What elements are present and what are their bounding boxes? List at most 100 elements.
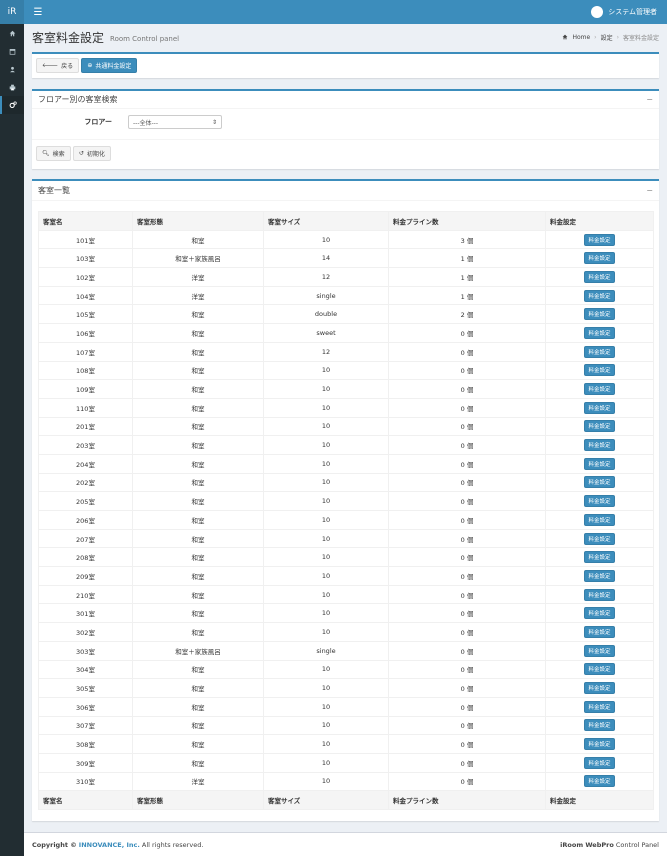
fee-setting-button[interactable]: 料金設定 bbox=[584, 625, 615, 638]
room-type-cell: 和室 bbox=[132, 752, 264, 773]
room-name-cell: 206室 bbox=[38, 510, 133, 530]
floor-select[interactable]: ---全体--- ⇕ bbox=[128, 115, 222, 129]
collapse-icon[interactable]: − bbox=[646, 95, 653, 104]
fee-setting-button[interactable]: 料金設定 bbox=[584, 439, 615, 452]
fee-setting-button[interactable]: 料金設定 bbox=[584, 495, 615, 508]
plan-count-cell: 0 個 bbox=[388, 528, 546, 549]
room-name-cell: 303室 bbox=[38, 640, 133, 661]
search-button[interactable]: 🔍︎ 検索 bbox=[36, 146, 71, 161]
back-button[interactable]: 🡐 戻る bbox=[36, 58, 80, 73]
sidebar-item-settings[interactable] bbox=[0, 96, 24, 114]
room-size-cell: single bbox=[263, 640, 389, 661]
fee-setting-button[interactable]: 料金設定 bbox=[584, 663, 615, 676]
fee-setting-button[interactable]: 料金設定 bbox=[584, 383, 615, 396]
table-row: 105室 和室 double 2 個 料金設定 bbox=[38, 304, 654, 325]
fee-setting-button[interactable]: 料金設定 bbox=[584, 513, 615, 526]
fee-setting-cell: 料金設定 bbox=[545, 603, 654, 624]
fee-setting-cell: 料金設定 bbox=[545, 752, 654, 773]
user-icon bbox=[9, 66, 15, 72]
fee-setting-button[interactable]: 料金設定 bbox=[584, 233, 615, 246]
fee-setting-button[interactable]: 料金設定 bbox=[584, 682, 615, 695]
breadcrumb-settings[interactable]: 設定 bbox=[601, 33, 613, 42]
room-type-cell: 和室 bbox=[132, 510, 264, 530]
footer-product-name: iRoom WebPro bbox=[560, 840, 614, 849]
fee-setting-button[interactable]: 料金設定 bbox=[584, 532, 615, 545]
footer-company-link[interactable]: INNOVANCE, Inc. bbox=[79, 841, 140, 849]
room-name-cell: 110室 bbox=[38, 397, 133, 418]
fee-setting-button[interactable]: 料金設定 bbox=[584, 476, 615, 489]
fee-setting-button[interactable]: 料金設定 bbox=[584, 289, 615, 302]
table-row: 305室 和室 10 0 個 料金設定 bbox=[38, 678, 654, 698]
menu-toggle-icon[interactable]: ☰ bbox=[28, 0, 48, 24]
plan-count-cell: 0 個 bbox=[388, 771, 546, 792]
fee-setting-button[interactable]: 料金設定 bbox=[584, 738, 615, 751]
room-name-cell: 207室 bbox=[38, 528, 133, 549]
room-type-cell: 和室 bbox=[132, 379, 264, 399]
plan-count-cell: 0 個 bbox=[388, 547, 546, 568]
fee-setting-button[interactable]: 料金設定 bbox=[584, 775, 615, 788]
room-size-cell: 10 bbox=[263, 416, 389, 437]
fee-setting-button[interactable]: 料金設定 bbox=[584, 270, 615, 283]
table-footer-row: 客室名 客室形態 客室サイズ 料金プライン数 料金設定 bbox=[38, 790, 654, 810]
footer-rights: All rights reserved. bbox=[141, 840, 204, 849]
fee-setting-button[interactable]: 料金設定 bbox=[584, 345, 615, 358]
fee-setting-button[interactable]: 料金設定 bbox=[584, 308, 615, 321]
room-size-cell: double bbox=[263, 304, 389, 325]
common-fee-button[interactable]: ⊕ 共通料金設定 bbox=[81, 58, 138, 73]
app-logo[interactable]: iR bbox=[0, 0, 24, 24]
fee-setting-button[interactable]: 料金設定 bbox=[584, 569, 615, 582]
room-name-cell: 205室 bbox=[38, 491, 133, 511]
col-footer-fee-setting: 料金設定 bbox=[545, 790, 654, 810]
room-type-cell: 和室 bbox=[132, 435, 264, 455]
fee-setting-button[interactable]: 料金設定 bbox=[584, 420, 615, 433]
fee-setting-button[interactable]: 料金設定 bbox=[584, 551, 615, 564]
plan-count-cell: 1 個 bbox=[388, 285, 546, 306]
fee-setting-cell: 料金設定 bbox=[545, 678, 654, 698]
plan-count-cell: 0 個 bbox=[388, 397, 546, 418]
reset-button[interactable]: ↺ 初期化 bbox=[72, 146, 111, 161]
fee-setting-button[interactable]: 料金設定 bbox=[584, 719, 615, 732]
fee-setting-button[interactable]: 料金設定 bbox=[584, 364, 615, 377]
table-row: 309室 和室 10 0 個 料金設定 bbox=[38, 752, 654, 773]
undo-icon: ↺ bbox=[78, 150, 84, 157]
fee-setting-button[interactable]: 料金設定 bbox=[584, 756, 615, 769]
plan-count-cell: 0 個 bbox=[388, 715, 546, 736]
fee-setting-button[interactable]: 料金設定 bbox=[584, 401, 615, 414]
sidebar-item-home[interactable] bbox=[0, 24, 24, 42]
page-title: 客室料金設定 bbox=[32, 30, 105, 45]
table-row: 101室 和室 10 3 個 料金設定 bbox=[38, 229, 654, 250]
room-type-cell: 和室 bbox=[132, 584, 264, 605]
room-size-cell: 10 bbox=[263, 360, 389, 381]
room-name-cell: 309室 bbox=[38, 752, 133, 773]
table-header-row: 客室名 客室形態 客室サイズ 料金プライン数 料金設定 bbox=[38, 211, 654, 231]
room-table: 客室名 客室形態 客室サイズ 料金プライン数 料金設定 101室 和室 10 3 個料… bbox=[38, 211, 654, 810]
page-subtitle: Room Control panel bbox=[110, 34, 180, 43]
room-type-cell: 洋室 bbox=[132, 771, 264, 792]
fee-setting-button[interactable]: 料金設定 bbox=[584, 644, 615, 657]
sidebar-item-print[interactable] bbox=[0, 78, 24, 96]
content-area: 客室料金設定 Room Control panel Home › 設定 › 客室… bbox=[24, 24, 667, 832]
fee-setting-button[interactable]: 料金設定 bbox=[584, 700, 615, 713]
fee-setting-button[interactable]: 料金設定 bbox=[584, 588, 615, 601]
fee-setting-button[interactable]: 料金設定 bbox=[584, 607, 615, 620]
sidebar-item-calendar[interactable] bbox=[0, 42, 24, 60]
plan-count-cell: 0 個 bbox=[388, 379, 546, 399]
fee-setting-cell: 料金設定 bbox=[545, 360, 654, 381]
sidebar-item-user[interactable] bbox=[0, 60, 24, 78]
room-table-body: 101室 和室 10 3 個料金設定 103室 和室＋家族風呂 14 1 個料金設定 102室洋… bbox=[38, 229, 654, 792]
user-menu[interactable]: システム管理者 bbox=[591, 6, 667, 18]
page-header: 客室料金設定 Room Control panel Home › 設定 › 客室… bbox=[24, 24, 667, 50]
breadcrumb-home[interactable]: Home bbox=[572, 34, 590, 41]
room-size-cell: 10 bbox=[263, 547, 389, 568]
fee-setting-button[interactable]: 料金設定 bbox=[584, 326, 615, 339]
room-size-cell: 10 bbox=[263, 752, 389, 773]
table-row: 310室 洋室 10 0 個 料金設定 bbox=[38, 771, 654, 792]
room-size-cell: 10 bbox=[263, 379, 389, 399]
footer: Copyright © INNOVANCE, Inc. All rights r… bbox=[24, 832, 667, 856]
collapse-icon[interactable]: − bbox=[646, 186, 653, 195]
fee-setting-button[interactable]: 料金設定 bbox=[584, 457, 615, 470]
footer-product: iRoom WebPro Control Panel bbox=[560, 841, 659, 849]
fee-setting-button[interactable]: 料金設定 bbox=[584, 252, 615, 265]
room-size-cell: 10 bbox=[263, 566, 389, 586]
table-row: 206室 和室 10 0 個 料金設定 bbox=[38, 510, 654, 530]
